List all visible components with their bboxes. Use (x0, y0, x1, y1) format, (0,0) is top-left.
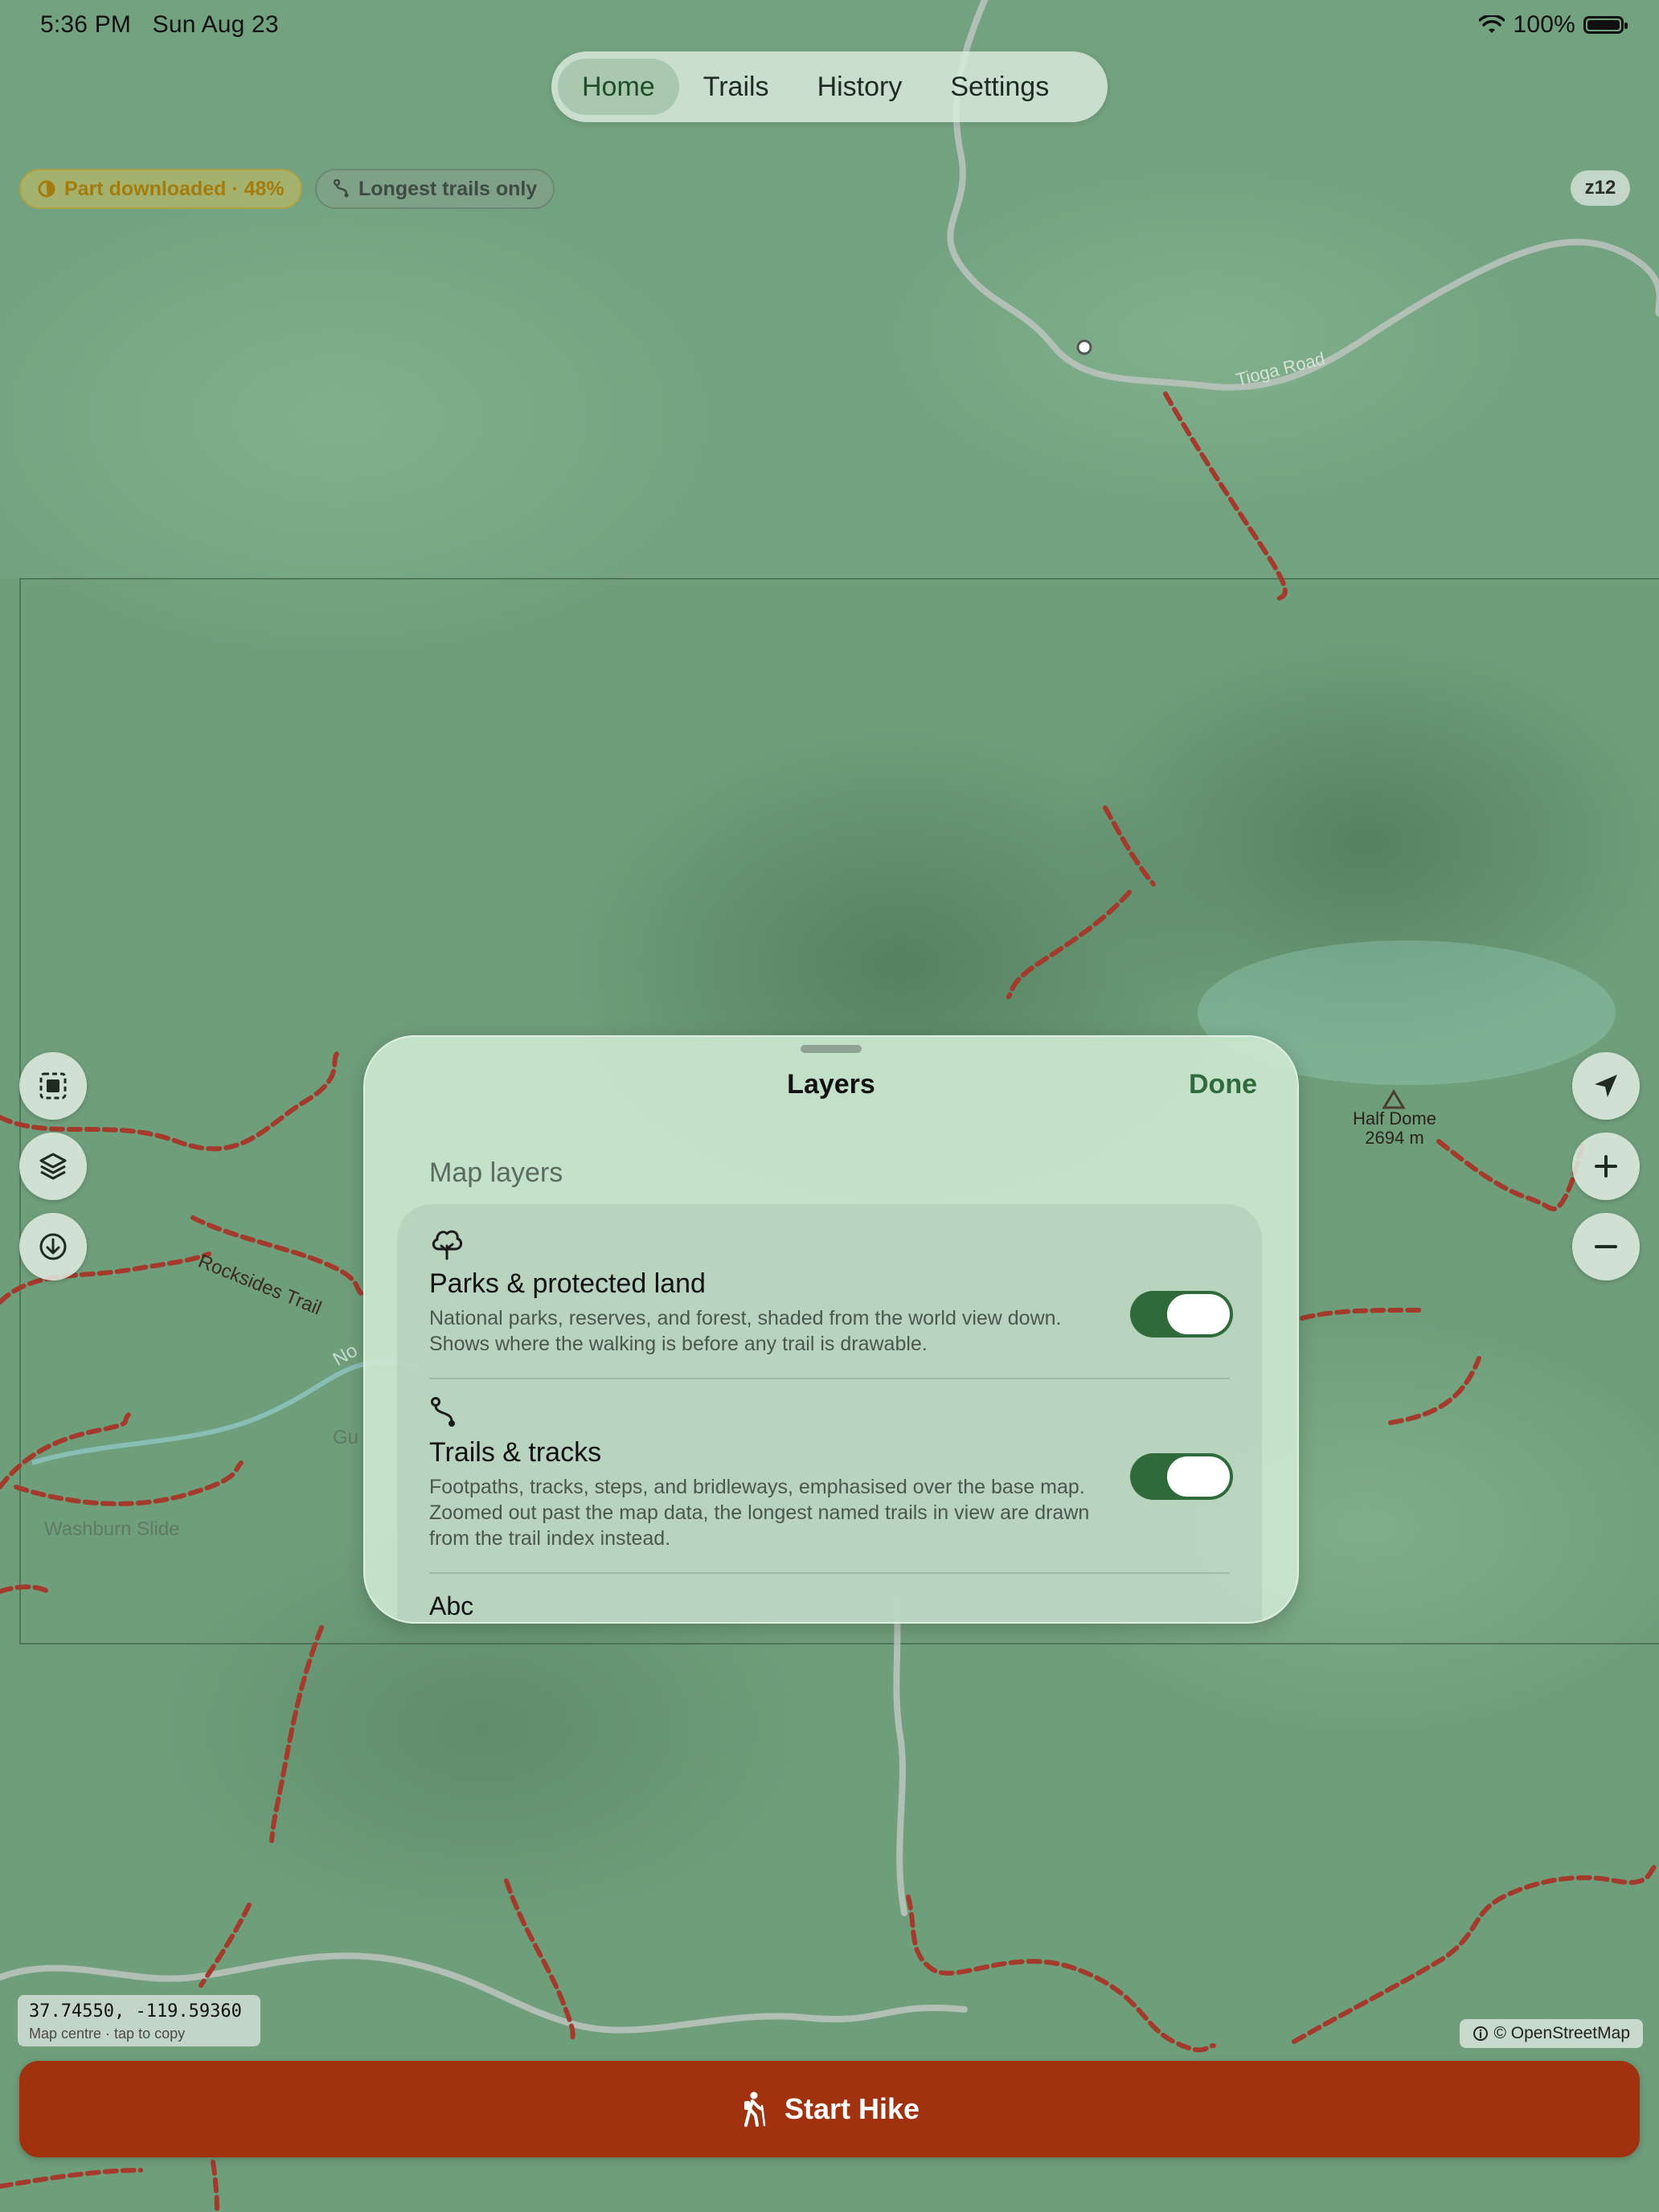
progress-circle-icon (38, 180, 55, 198)
coordinate-hint: Map centre · tap to copy (29, 2026, 186, 2042)
status-date: Sun Aug 23 (152, 11, 279, 38)
divider (429, 1378, 1230, 1379)
layer-row-parks[interactable]: Parks & protected land National parks, r… (429, 1227, 1233, 1363)
download-status-label: Part downloaded · 48% (64, 177, 285, 200)
download-icon (39, 1233, 67, 1260)
peak-elevation: 2694 m (1365, 1128, 1423, 1148)
trail-filter-label: Longest trails only (358, 177, 538, 200)
top-tab-bar: Home Trails History Settings (551, 51, 1108, 122)
map-label-partial-gu: Gu (333, 1427, 358, 1448)
tab-home[interactable]: Home (558, 59, 679, 115)
layer-desc-trails: Footpaths, tracks, steps, and bridleways… (429, 1476, 1090, 1550)
sheet-title: Layers (787, 1069, 875, 1100)
route-icon (333, 179, 349, 198)
download-status-chip[interactable]: Part downloaded · 48% (19, 169, 302, 209)
wifi-icon (1479, 15, 1505, 33)
layer-row-labels[interactable]: Abc (429, 1585, 1230, 1622)
text-icon: Abc (429, 1591, 474, 1620)
info-icon (1473, 2026, 1489, 2041)
toggle-parks[interactable] (1130, 1291, 1233, 1337)
battery-percent: 100% (1513, 11, 1575, 38)
start-hike-button[interactable]: Start Hike (19, 2061, 1640, 2157)
layers-icon (39, 1153, 67, 1180)
layer-title-trails: Trails & tracks (429, 1437, 602, 1468)
layers-sheet: Layers Done Map layers Parks & protected… (363, 1035, 1299, 1624)
layer-title-parks: Parks & protected land (429, 1268, 706, 1299)
tab-history[interactable]: History (793, 59, 927, 115)
sheet-grabber[interactable] (801, 1045, 862, 1053)
download-button[interactable] (19, 1213, 87, 1280)
coordinate-readout[interactable]: 37.74550, -119.59360 Map centre · tap to… (18, 1995, 260, 2046)
layer-row-trails[interactable]: Trails & tracks Footpaths, tracks, steps… (429, 1397, 1233, 1558)
tab-settings[interactable]: Settings (926, 59, 1073, 115)
start-hike-label: Start Hike (784, 2092, 920, 2125)
plus-icon (1595, 1155, 1617, 1178)
battery-icon (1583, 16, 1628, 34)
divider (429, 1572, 1230, 1574)
route-icon (431, 1397, 455, 1427)
map-attribution[interactable]: © OpenStreetMap (1460, 2019, 1643, 2048)
status-time: 5:36 PM (40, 11, 132, 38)
section-title-map-layers: Map layers (429, 1157, 563, 1188)
zoom-level-badge: z12 (1571, 170, 1630, 206)
attribution-text: © OpenStreetMap (1493, 2024, 1630, 2042)
tab-trails[interactable]: Trails (679, 59, 793, 115)
zoom-in-button[interactable] (1572, 1133, 1640, 1200)
tree-icon (432, 1230, 462, 1260)
layers-button[interactable] (19, 1133, 87, 1200)
zoom-out-button[interactable] (1572, 1213, 1640, 1280)
status-bar-left: 5:36 PM Sun Aug 23 (40, 11, 279, 39)
peak-name: Half Dome (1353, 1108, 1436, 1129)
layer-desc-parks: National parks, reserves, and forest, sh… (429, 1307, 1062, 1355)
layers-card: Parks & protected land National parks, r… (397, 1204, 1262, 1622)
trail-filter-chip[interactable]: Longest trails only (315, 169, 555, 209)
select-area-button[interactable] (19, 1052, 87, 1120)
location-arrow-icon (1595, 1075, 1617, 1097)
done-button[interactable]: Done (1189, 1069, 1257, 1100)
status-bar-right: 100% (1479, 11, 1628, 39)
toggle-trails[interactable] (1130, 1453, 1233, 1500)
locate-me-button[interactable] (1572, 1052, 1640, 1120)
coordinate-value: 37.74550, -119.59360 (29, 2001, 242, 2022)
hiker-icon (743, 2091, 766, 2127)
area-label-washburn: Washburn Slide (44, 1518, 180, 1540)
select-area-icon (39, 1072, 67, 1100)
minus-icon (1595, 1245, 1617, 1248)
